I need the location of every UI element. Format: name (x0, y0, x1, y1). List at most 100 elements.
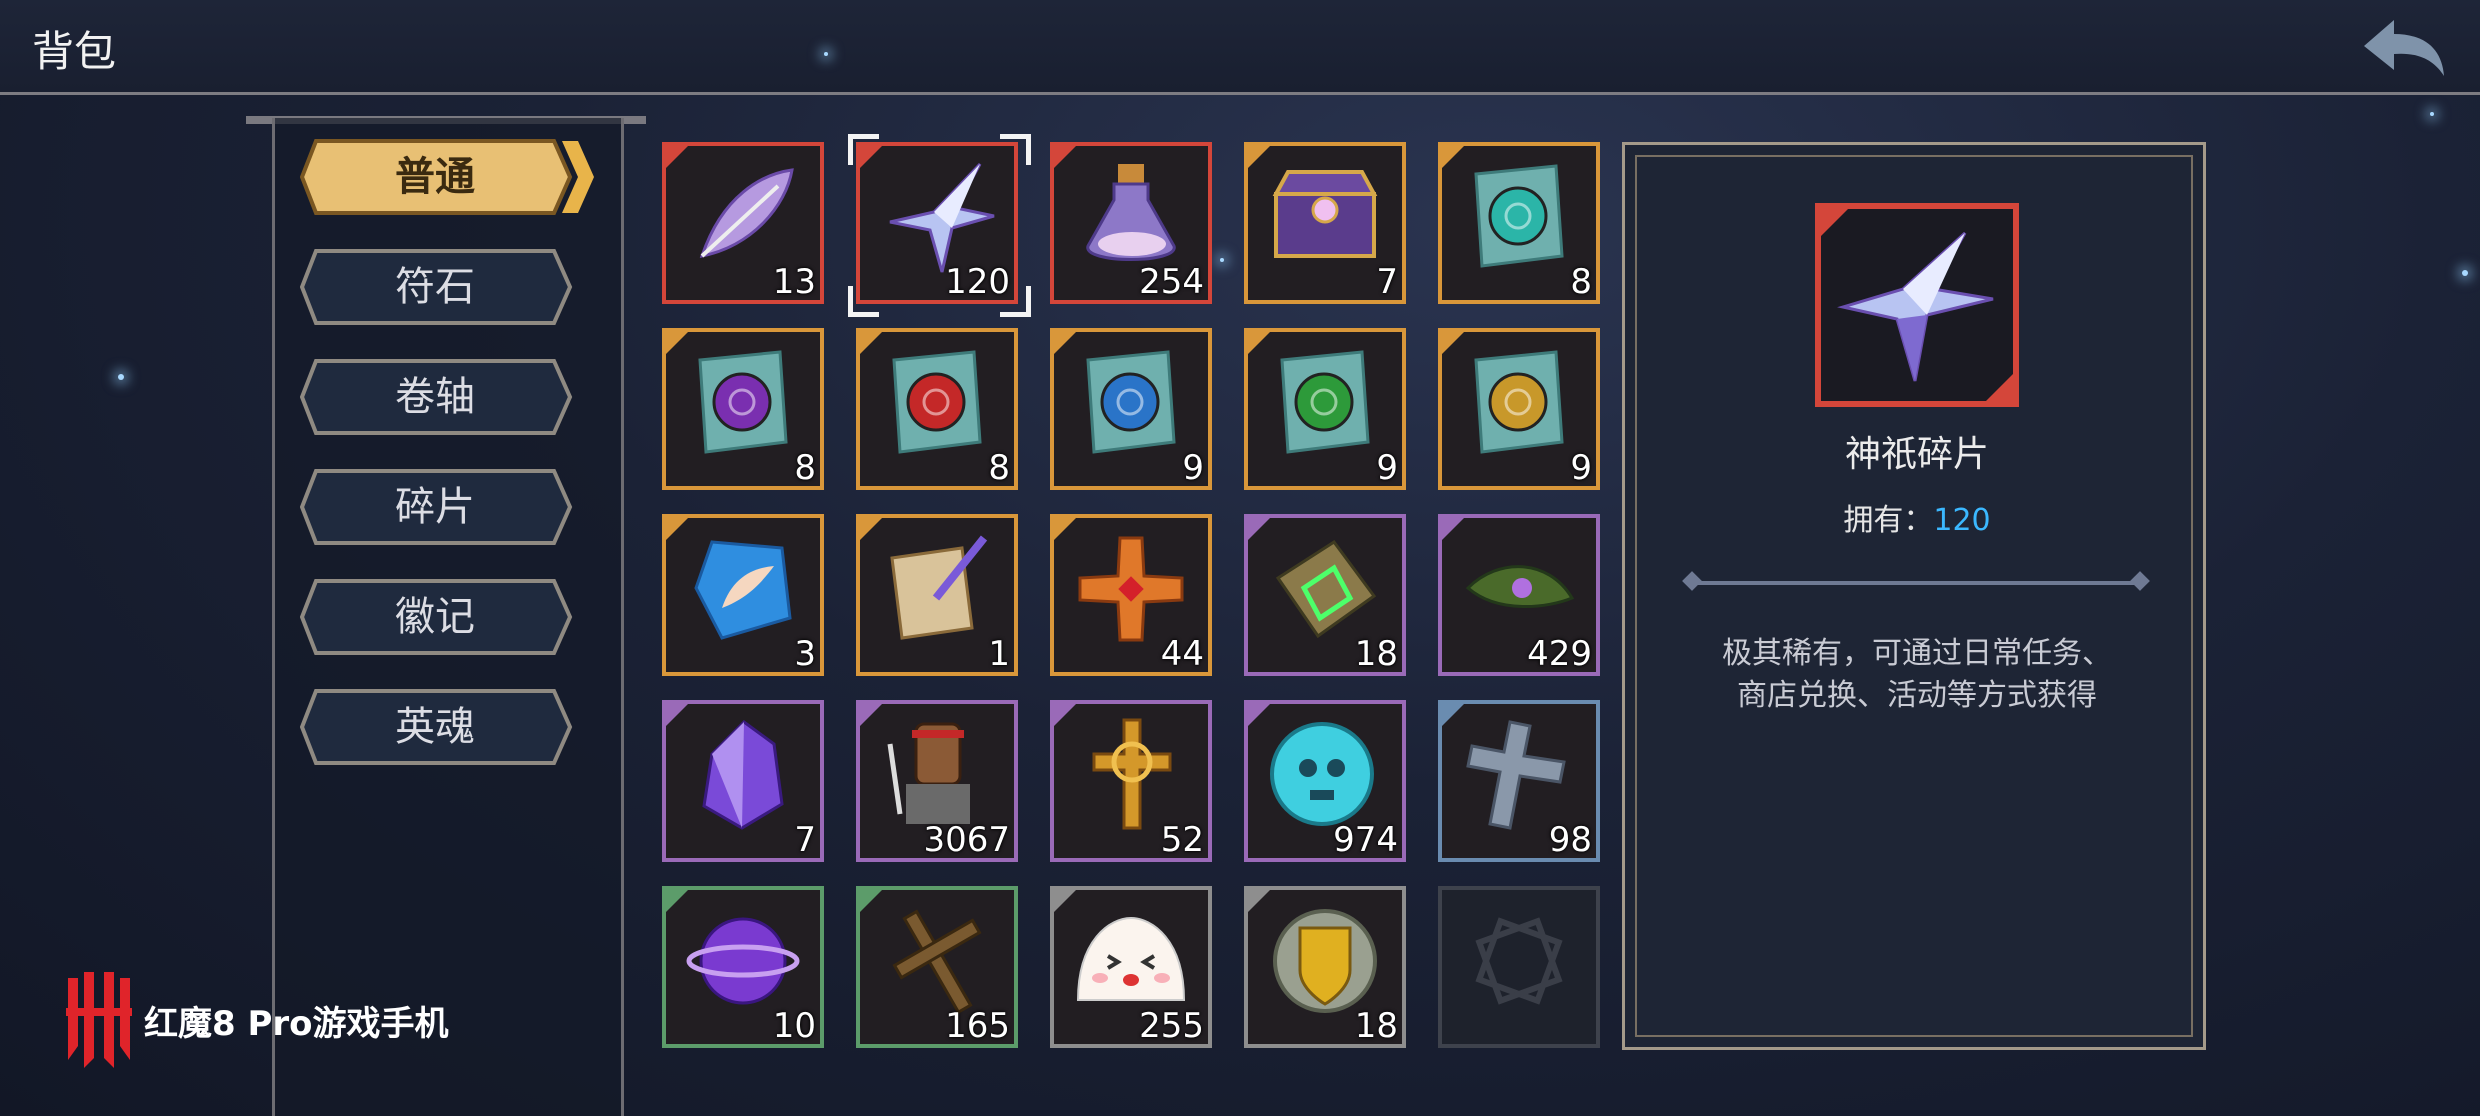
tab-5[interactable]: 英魂 (300, 688, 573, 766)
inventory-slot[interactable]: 98 (1438, 700, 1600, 862)
inventory-slot[interactable]: 3 (662, 514, 824, 676)
owned-value: 120 (1933, 503, 1991, 538)
tab-3[interactable]: 碎片 (300, 468, 573, 546)
slot-count: 13 (772, 262, 816, 302)
slot-icon (682, 900, 804, 1022)
inventory-slot[interactable]: 18 (1244, 514, 1406, 676)
inventory-slot[interactable]: 9 (1244, 328, 1406, 490)
scroll-purple-icon (698, 350, 788, 454)
slot-icon (876, 342, 998, 464)
inventory-slot[interactable]: 10 (662, 886, 824, 1048)
inventory-slot[interactable]: 7 (1244, 142, 1406, 304)
inventory-slot[interactable]: 44 (1050, 514, 1212, 676)
inventory-slot[interactable]: 165 (856, 886, 1018, 1048)
treasure-chest-icon (1272, 170, 1378, 258)
empty-slot-icon (1475, 917, 1563, 1005)
skull-emblem-icon (1270, 722, 1374, 826)
inventory-slot[interactable]: 254 (1050, 142, 1212, 304)
slot-icon (1070, 156, 1192, 278)
slot-count: 9 (1376, 448, 1398, 488)
slot-icon (876, 714, 998, 836)
slot-icon (1458, 528, 1580, 650)
top-bar: 背包 (0, 0, 2480, 95)
slot-icon (682, 714, 804, 836)
detail-item-name: 神祇碎片 (1844, 434, 1989, 475)
brand-watermark: 红魔8 Pro游戏手机 (62, 968, 449, 1072)
desc-line-2: 商店兑换、活动等方式获得 (1737, 678, 2097, 713)
tab-1[interactable]: 符石 (300, 248, 573, 326)
slot-count: 8 (988, 448, 1010, 488)
inventory-slot (1438, 886, 1600, 1048)
slot-icon (876, 156, 998, 278)
slot-icon (876, 900, 998, 1022)
slot-count: 974 (1333, 820, 1398, 860)
gold-shield-icon (1273, 909, 1377, 1013)
slot-count: 18 (1354, 1006, 1398, 1046)
slot-count: 52 (1160, 820, 1204, 860)
inventory-slot[interactable]: 7 (662, 700, 824, 862)
inventory-slot[interactable]: 974 (1244, 700, 1406, 862)
scroll-blue-icon (1086, 350, 1176, 454)
scroll-red-icon (892, 350, 982, 454)
potion-icon (1086, 164, 1176, 261)
slot-icon (1070, 900, 1192, 1022)
slot-icon (1264, 900, 1386, 1022)
selection-corner (848, 286, 879, 317)
slot-icon (1264, 714, 1386, 836)
slot-count: 255 (1139, 1006, 1204, 1046)
tab-2[interactable]: 卷轴 (300, 358, 573, 436)
inventory-slot[interactable]: 9 (1050, 328, 1212, 490)
slot-icon (1264, 528, 1386, 650)
crystal-star-icon (1815, 203, 2019, 407)
inventory-slot[interactable]: 9 (1438, 328, 1600, 490)
tab-4[interactable]: 徽记 (300, 578, 573, 656)
slot-count: 1 (988, 634, 1010, 674)
wing-emblem-icon (694, 540, 792, 640)
slime-face-icon (1076, 916, 1186, 1001)
slot-count: 165 (945, 1006, 1010, 1046)
stone-cross-icon (1466, 720, 1566, 830)
inventory-slot[interactable]: 8 (856, 328, 1018, 490)
selection-corner (1000, 134, 1031, 165)
slot-icon (1458, 900, 1580, 1022)
detail-divider (1691, 581, 2141, 585)
slot-count: 9 (1182, 448, 1204, 488)
inventory-slot[interactable]: 429 (1438, 514, 1600, 676)
slot-count: 18 (1354, 634, 1398, 674)
inventory-slot[interactable]: 3067 (856, 700, 1018, 862)
inventory-slot[interactable]: 120 (848, 134, 1031, 317)
ruby-cross-icon (1078, 536, 1184, 642)
tab-label: 符石 (395, 264, 475, 310)
slot-count: 3067 (923, 820, 1010, 860)
tab-label: 英魂 (395, 704, 475, 750)
slot-count: 8 (1570, 262, 1592, 302)
tab-label: 普通 (395, 154, 475, 200)
slot-icon (682, 528, 804, 650)
inventory-slot[interactable]: 13 (662, 142, 824, 304)
inventory-slot[interactable]: 18 (1244, 886, 1406, 1048)
owned-label: 拥有： (1843, 503, 1934, 538)
inventory-slot[interactable]: 52 (1050, 700, 1212, 862)
slot-count: 44 (1160, 634, 1204, 674)
green-rune-plank-icon (1275, 539, 1377, 639)
inventory-slot[interactable]: 255 (1050, 886, 1212, 1048)
purple-crystal-icon (702, 720, 784, 830)
slot-icon (1458, 714, 1580, 836)
slot-icon (682, 156, 804, 278)
inventory-slot[interactable]: 8 (662, 328, 824, 490)
slot-icon (1458, 342, 1580, 464)
tab-0[interactable]: 普通 (300, 138, 594, 216)
tab-label: 卷轴 (395, 374, 475, 420)
inventory-slot[interactable]: 1 (856, 514, 1018, 676)
inventory-slot[interactable]: 8 (1438, 142, 1600, 304)
page-title: 背包 (32, 27, 117, 76)
brand-text: 红魔8 Pro游戏手机 (144, 1004, 449, 1044)
item-description: 极其稀有，可通过日常任务、 商店兑换、活动等方式获得 (1685, 633, 2149, 717)
slot-icon (876, 528, 998, 650)
slot-count: 10 (772, 1006, 816, 1046)
selection-corner (1000, 286, 1031, 317)
slot-icon (1070, 714, 1192, 836)
owned-count: 拥有：120 (1625, 495, 2209, 539)
red-magic-logo (66, 972, 132, 1068)
back-button[interactable] (2360, 12, 2450, 82)
